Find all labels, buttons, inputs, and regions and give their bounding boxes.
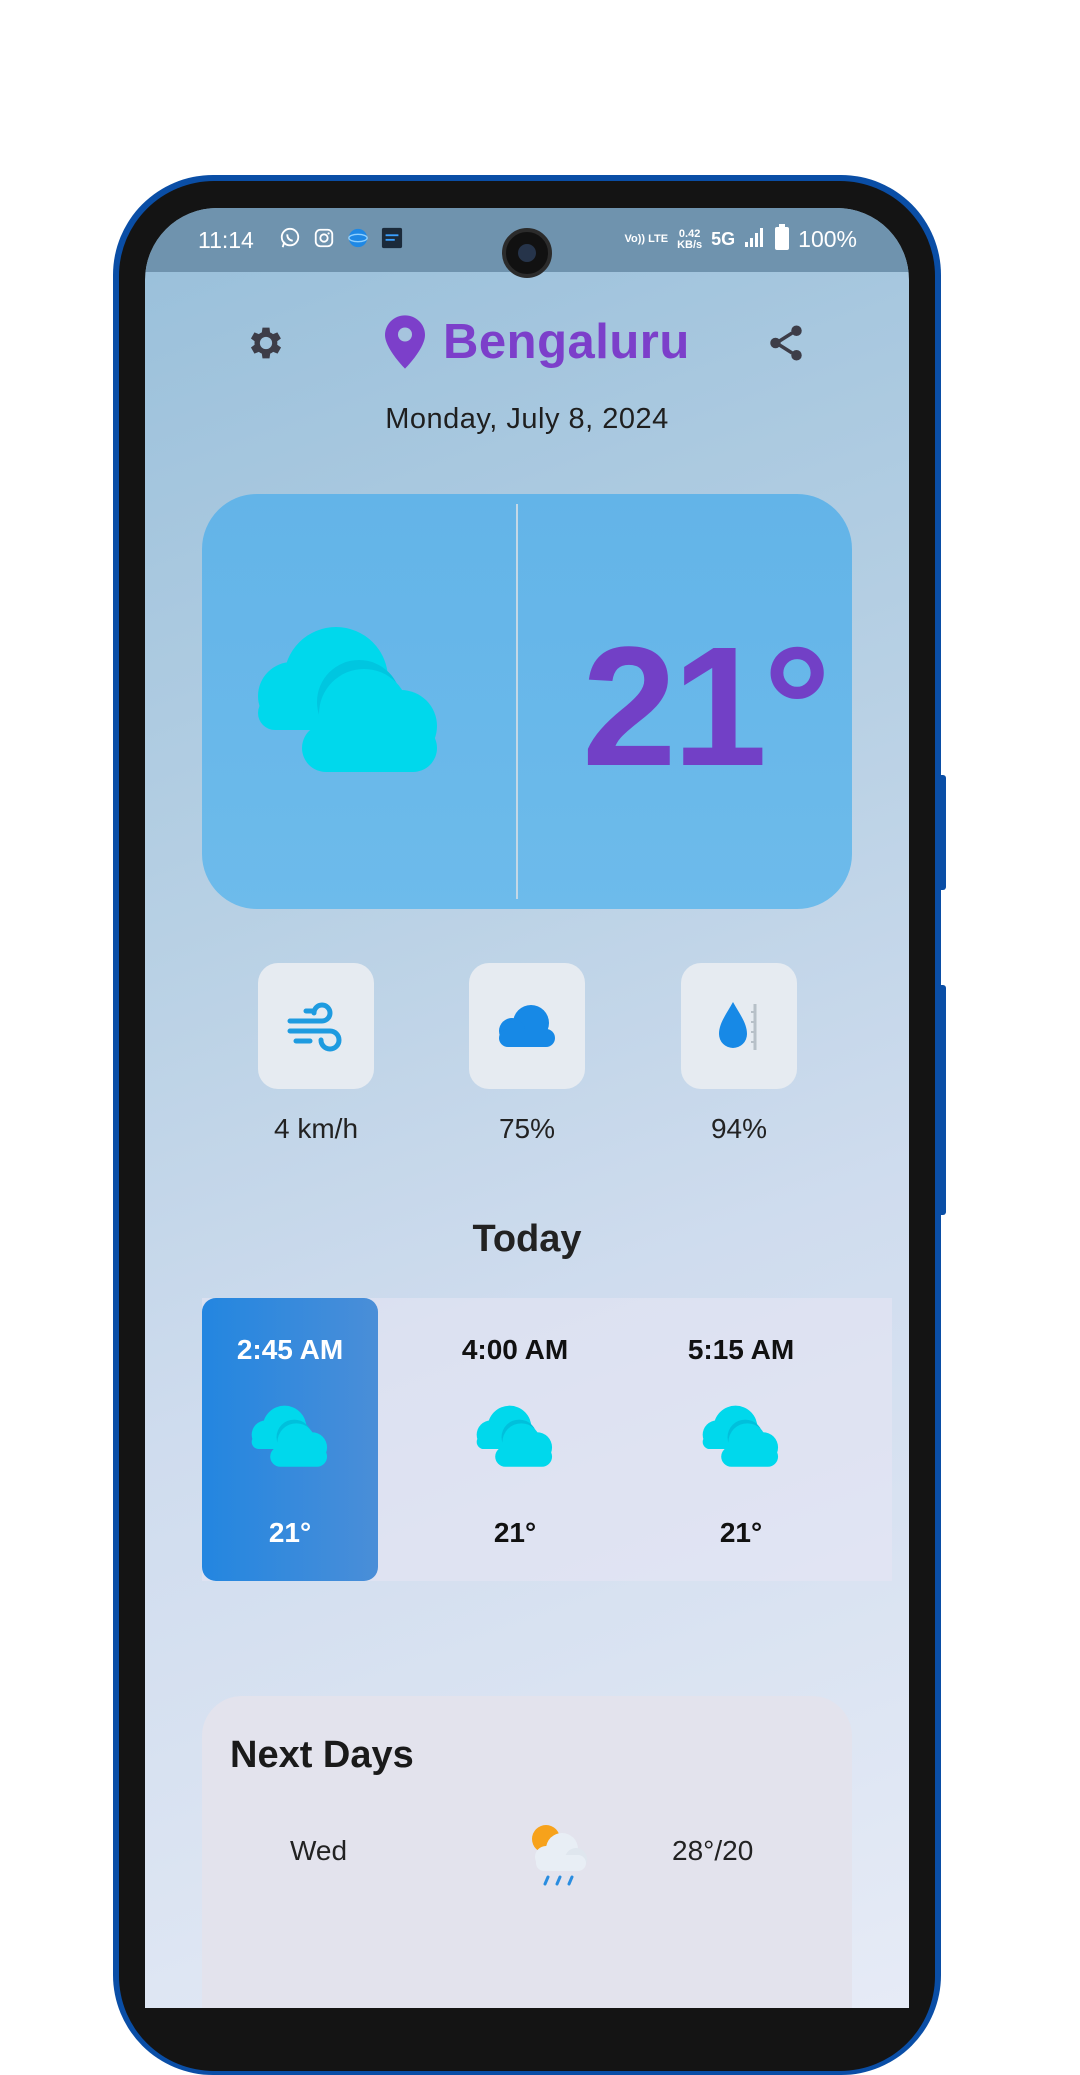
humidity-tile bbox=[681, 963, 797, 1089]
network-type: 5G bbox=[711, 229, 736, 249]
hour-time: 4:00 AM bbox=[461, 1334, 569, 1365]
cloudy-icon bbox=[476, 1405, 553, 1467]
power-button bbox=[938, 985, 946, 1215]
next-days-heading: Next Days bbox=[230, 1734, 414, 1776]
hour-temperature: 21° bbox=[493, 1517, 537, 1548]
wind-metric: 4 km/h bbox=[258, 963, 374, 1145]
location-selector[interactable]: Bengaluru bbox=[385, 314, 690, 370]
battery-level: 100% bbox=[798, 226, 857, 252]
wind-icon bbox=[287, 1002, 342, 1052]
hour-time: 2:45 AM bbox=[236, 1334, 344, 1365]
settings-button[interactable] bbox=[245, 322, 287, 364]
app-screen: 11:14 Vo)) LTE 0.42 KB/s 5G 100% Bengalu… bbox=[145, 208, 909, 2008]
volume-button bbox=[938, 775, 946, 890]
day-name: Wed bbox=[290, 1835, 348, 1866]
battery-icon bbox=[775, 224, 790, 255]
share-button[interactable] bbox=[765, 322, 807, 364]
humidity-metric: 94% bbox=[681, 963, 797, 1145]
status-bar: 11:14 Vo)) LTE 0.42 KB/s 5G 100% bbox=[145, 208, 909, 278]
notification-icons bbox=[278, 226, 404, 250]
header: Bengaluru bbox=[145, 308, 909, 378]
share-icon bbox=[770, 325, 802, 361]
cloud-tile bbox=[469, 963, 585, 1089]
today-heading: Today bbox=[472, 1218, 582, 1260]
wind-tile bbox=[258, 963, 374, 1089]
hour-temperature: 21° bbox=[268, 1517, 312, 1548]
instagram-icon bbox=[312, 226, 336, 250]
browser-icon bbox=[346, 226, 370, 250]
current-date: Monday, July 8, 2024 bbox=[385, 403, 669, 435]
cloudy-icon bbox=[702, 1405, 779, 1467]
data-speed: 0.42 KB/s bbox=[677, 228, 703, 251]
signal-icon bbox=[744, 226, 766, 253]
hour-card[interactable]: 4:00 AM 21° bbox=[427, 1298, 603, 1581]
cloudy-icon bbox=[251, 1405, 328, 1467]
humidity-icon bbox=[719, 1002, 757, 1050]
gear-icon bbox=[250, 327, 282, 359]
system-indicators: Vo)) LTE 0.42 KB/s 5G 100% bbox=[624, 224, 857, 255]
sun-cloud-rain-icon bbox=[532, 1825, 587, 1886]
whatsapp-icon bbox=[278, 226, 302, 250]
hour-card-selected[interactable]: 2:45 AM 21° bbox=[202, 1298, 378, 1581]
humidity-value: 94% bbox=[710, 1113, 768, 1144]
next-days-card: Next Days Wed 28°/20 bbox=[202, 1696, 852, 2008]
city-name: Bengaluru bbox=[443, 315, 690, 369]
hour-card[interactable]: 5:15 AM 21° bbox=[653, 1298, 829, 1581]
card-divider bbox=[516, 504, 518, 899]
status-time: 11:14 bbox=[198, 227, 254, 253]
volte-indicator: Vo)) LTE bbox=[624, 233, 669, 245]
day-temperature: 28°/20 bbox=[672, 1835, 754, 1866]
hour-time: 5:15 AM bbox=[687, 1334, 795, 1365]
cloud-metric: 75% bbox=[469, 963, 585, 1145]
cloudy-icon bbox=[258, 627, 437, 772]
hour-temperature: 21° bbox=[719, 1517, 763, 1548]
location-pin-icon bbox=[385, 315, 425, 369]
current-weather-card: 21° bbox=[202, 494, 852, 909]
cloud-value: 75% bbox=[498, 1113, 556, 1144]
speed-unit: KB/s bbox=[677, 238, 703, 251]
app-icon bbox=[380, 226, 404, 250]
forecast-day-row[interactable]: Wed 28°/20 bbox=[202, 1821, 852, 1891]
cloud-icon bbox=[499, 1005, 555, 1047]
wind-value: 4 km/h bbox=[273, 1113, 359, 1144]
current-temperature: 21° bbox=[582, 612, 831, 802]
front-camera bbox=[502, 228, 552, 278]
